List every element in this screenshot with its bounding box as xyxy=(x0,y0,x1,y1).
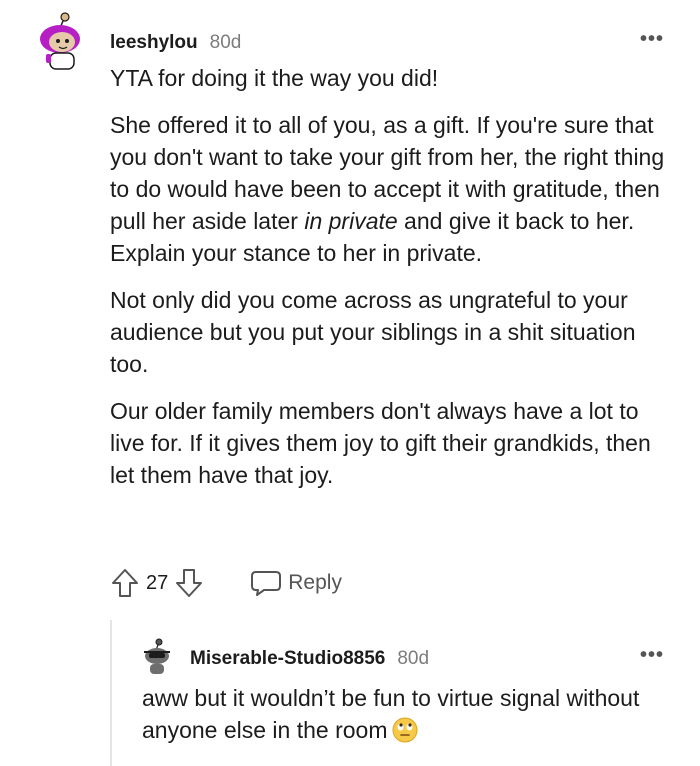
comment-body: YTA for doing it the way you did! She of… xyxy=(110,62,675,506)
vote-score: 27 xyxy=(146,571,169,594)
comment-paragraph-3: Not only did you come across as ungratef… xyxy=(110,287,636,377)
reply-button[interactable]: Reply xyxy=(250,569,342,597)
reply-username[interactable]: Miserable-Studio8856 xyxy=(190,648,385,670)
rolling-eyes-emoji-icon xyxy=(392,717,418,743)
downvote-icon[interactable] xyxy=(174,567,204,599)
comment-header: leeshylou 80d xyxy=(110,30,241,56)
reply-more-options-icon[interactable]: ••• xyxy=(640,644,664,667)
comment-username[interactable]: leeshylou xyxy=(110,32,198,54)
comment-icon xyxy=(251,571,282,596)
reply-header: Miserable-Studio8856 80d xyxy=(190,646,429,672)
reply-avatar[interactable] xyxy=(142,638,172,676)
user-avatar[interactable] xyxy=(36,12,86,74)
reply-age[interactable]: 80d xyxy=(397,648,429,670)
thread-line[interactable] xyxy=(110,620,112,766)
emphasis-text: in private xyxy=(304,208,398,234)
comment-age[interactable]: 80d xyxy=(210,32,242,54)
reply-label[interactable]: Reply xyxy=(288,571,342,595)
comment-actions: 27 Reply xyxy=(110,565,342,601)
comment-paragraph-4: Our older family members don't always ha… xyxy=(110,398,651,488)
reply-body: aww but it wouldn’t be fun to virtue sig… xyxy=(142,682,662,746)
comment-paragraph-2: She offered it to all of you, as a gift.… xyxy=(110,112,665,266)
upvote-icon[interactable] xyxy=(110,567,140,599)
comment-paragraph-1: YTA for doing it the way you did! xyxy=(110,65,439,91)
more-options-icon[interactable]: ••• xyxy=(640,28,664,51)
